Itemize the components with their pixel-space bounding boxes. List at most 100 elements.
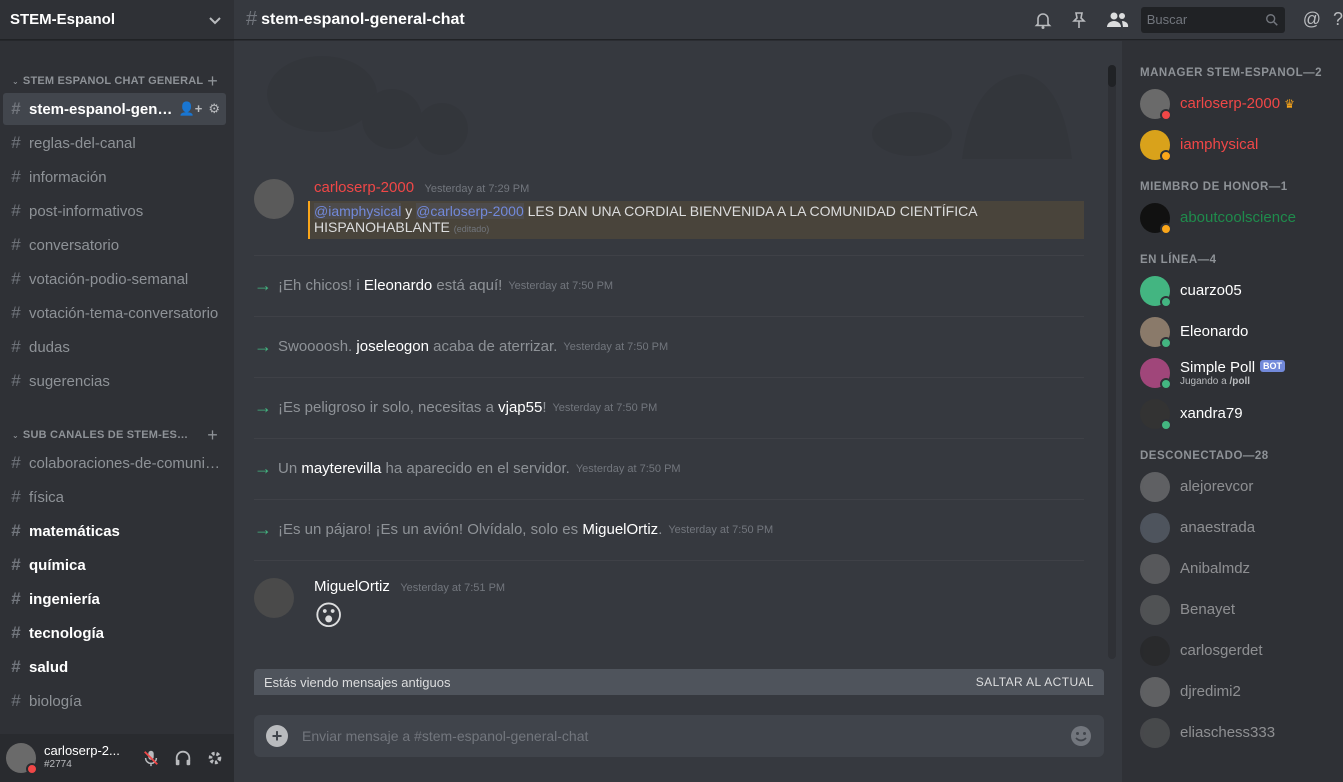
- message-author[interactable]: carloserp-2000: [314, 179, 414, 196]
- channel-item[interactable]: # stem-espanol-general-chat👤+ ⚙: [3, 93, 226, 125]
- member-item[interactable]: iamphysical: [1122, 124, 1343, 165]
- chat-area: carloserp-2000 Yesterday at 7:29 PM @iam…: [234, 0, 1122, 782]
- category-sub-canales[interactable]: ⌄SUB CANALES DE STEM-ESPANOL +: [0, 425, 234, 445]
- member-name: cuarzo05: [1180, 281, 1242, 299]
- member-name: Eleonardo: [1180, 322, 1249, 340]
- add-channel-icon[interactable]: +: [207, 72, 218, 90]
- member-item[interactable]: carlosgerdet: [1122, 630, 1343, 671]
- member-item[interactable]: djredimi2: [1122, 671, 1343, 712]
- message-author[interactable]: MiguelOrtiz: [314, 578, 390, 595]
- mute-mic-icon[interactable]: [142, 749, 160, 767]
- channel-item[interactable]: # reglas-del-canal: [3, 127, 226, 159]
- category-label: SUB CANALES DE STEM-ESPANOL: [22, 429, 193, 441]
- message-group: MiguelOrtiz Yesterday at 7:51 PM 😮: [254, 578, 1084, 634]
- emoji-message: 😮: [314, 600, 344, 631]
- category-chat-general[interactable]: ⌄ STEM ESPANOL CHAT GENERAL +: [0, 71, 234, 91]
- avatar[interactable]: [6, 743, 38, 775]
- channel-item[interactable]: # votación-podio-semanal: [3, 263, 226, 295]
- channel-item[interactable]: # matemáticas: [3, 515, 226, 547]
- channel-item[interactable]: # salud: [3, 651, 226, 683]
- member-name: eliaschess333: [1180, 723, 1276, 741]
- avatar: [1140, 471, 1170, 502]
- message-composer: +: [254, 715, 1104, 757]
- channel-list: ⌄ STEM ESPANOL CHAT GENERAL + # stem-espan…: [0, 41, 234, 734]
- channel-item[interactable]: # ingeniería: [3, 583, 226, 615]
- member-item[interactable]: cuarzo05: [1122, 270, 1343, 311]
- system-join-message: → ¡Es un pájaro! ¡Es un avión! Olvídalo, …: [254, 499, 1084, 559]
- member-item[interactable]: Simple Poll BOT Jugando a /poll: [1122, 352, 1343, 393]
- channel-item[interactable]: # química: [3, 549, 226, 581]
- system-join-message: → Swoooosh. joseleogon acaba de aterrizar…: [254, 316, 1084, 376]
- members-list-icon[interactable]: [1105, 10, 1129, 30]
- member-name: aboutcoolscience: [1180, 208, 1296, 226]
- member-item[interactable]: xandra79: [1122, 393, 1343, 434]
- emoji-picker-icon[interactable]: [1070, 725, 1092, 747]
- channel-item[interactable]: # conversatorio: [3, 229, 226, 261]
- hash-icon: #: [11, 133, 21, 152]
- scrollbar-thumb[interactable]: [1108, 65, 1116, 87]
- avatar[interactable]: [254, 179, 294, 219]
- search-box[interactable]: [1140, 6, 1285, 33]
- member-item[interactable]: Benayet: [1122, 589, 1343, 630]
- channel-settings-gear-icon[interactable]: ⚙: [208, 101, 220, 117]
- scrollbar[interactable]: [1108, 65, 1116, 659]
- invite-user-icon[interactable]: 👤+: [179, 101, 203, 117]
- upload-plus-icon[interactable]: +: [266, 725, 288, 747]
- join-text-after: está aquí!: [432, 277, 503, 294]
- jump-to-present-button[interactable]: SALTAR AL ACTUAL: [976, 675, 1094, 689]
- hash-icon: #: [11, 453, 21, 472]
- category-arrow-icon: ⌄: [12, 76, 19, 86]
- hash-icon: #: [11, 371, 21, 390]
- mentions-at-icon[interactable]: @: [1303, 9, 1321, 30]
- message-input[interactable]: [302, 728, 1070, 744]
- channel-item[interactable]: # votación-tema-conversatorio: [3, 297, 226, 329]
- member-item[interactable]: Anibalmdz: [1122, 548, 1343, 589]
- user-mention[interactable]: @iamphysical: [314, 203, 402, 219]
- hash-icon: #: [11, 555, 21, 574]
- bell-icon[interactable]: [1033, 10, 1053, 30]
- avatar[interactable]: [254, 578, 294, 618]
- join-text-before: ¡Es peligroso ir solo, necesitas a: [278, 399, 499, 416]
- member-item[interactable]: anaestrada: [1122, 507, 1343, 548]
- member-name: iamphysical: [1180, 135, 1259, 153]
- member-item[interactable]: aboutcoolscience: [1122, 197, 1343, 238]
- hash-icon: #: [11, 337, 21, 356]
- member-item[interactable]: carloserp-2000 ♛: [1122, 83, 1343, 124]
- joined-user[interactable]: vjap55: [498, 399, 542, 416]
- member-item[interactable]: eliaschess333: [1122, 712, 1343, 753]
- headphones-icon[interactable]: [174, 749, 192, 767]
- channel-item[interactable]: # colaboraciones-de-comunidad: [3, 447, 226, 479]
- channel-item[interactable]: # sugerencias: [3, 365, 226, 397]
- message-timestamp: Yesterday at 7:29 PM: [424, 183, 530, 195]
- joined-user[interactable]: MiguelOrtiz: [582, 521, 658, 538]
- channel-name: química: [29, 556, 86, 574]
- member-name: carlosgerdet: [1180, 641, 1263, 659]
- add-channel-icon[interactable]: +: [207, 426, 218, 444]
- hash-icon: #: [11, 303, 21, 322]
- member-name: alejorevcor: [1180, 477, 1254, 495]
- join-arrow-icon: →: [254, 397, 272, 417]
- member-item[interactable]: Eleonardo: [1122, 311, 1343, 352]
- joined-user[interactable]: mayterevilla: [301, 460, 381, 477]
- channel-name: salud: [29, 658, 69, 676]
- channel-item[interactable]: # dudas: [3, 331, 226, 363]
- hash-icon: #: [11, 201, 21, 220]
- status-idle-icon: [1160, 149, 1172, 162]
- server-header[interactable]: STEM-Espanol: [0, 0, 234, 40]
- channel-item[interactable]: # post-informativos: [3, 195, 226, 227]
- joined-user[interactable]: Eleonardo: [364, 277, 432, 294]
- help-icon[interactable]: ?: [1333, 9, 1343, 30]
- search-input[interactable]: [1146, 12, 1265, 27]
- channel-item[interactable]: # tecnología: [3, 617, 226, 649]
- channel-item[interactable]: # física: [3, 481, 226, 513]
- joined-user[interactable]: joseleogon: [356, 338, 429, 355]
- channel-item[interactable]: # información: [3, 161, 226, 193]
- member-item[interactable]: alejorevcor: [1122, 466, 1343, 507]
- channel-item[interactable]: # biología: [3, 685, 226, 717]
- pin-icon[interactable]: [1069, 10, 1089, 30]
- user-mention[interactable]: @carloserp-2000: [416, 203, 524, 219]
- system-join-message: → ¡Eh chicos! i Eleonardo está aquí! Yeste…: [254, 255, 1084, 315]
- join-arrow-icon: →: [254, 336, 272, 356]
- member-name: xandra79: [1180, 404, 1243, 422]
- settings-gear-icon[interactable]: [206, 749, 224, 767]
